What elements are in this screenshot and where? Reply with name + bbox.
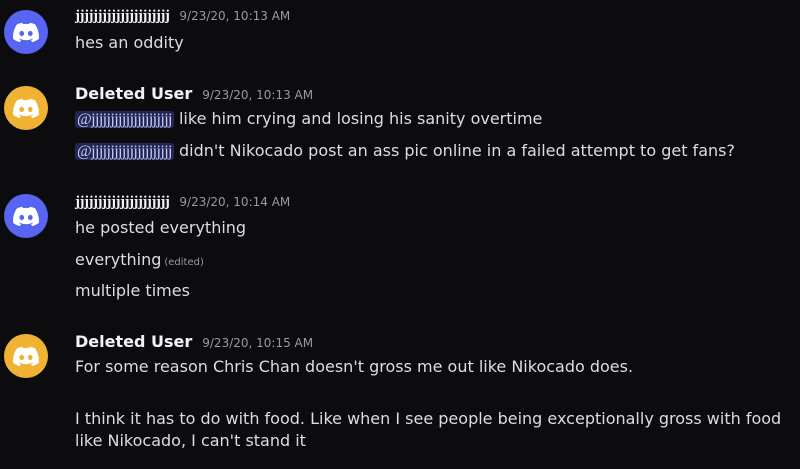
discord-logo-icon <box>13 22 39 42</box>
message-content: hes an oddity <box>75 33 184 52</box>
discord-logo-icon <box>13 206 39 226</box>
message-header: jjjjjjjjjjjjjjjjjjjjj 9/23/20, 10:14 AM <box>75 194 290 211</box>
avatar[interactable] <box>4 334 48 378</box>
message-group: Deleted User 9/23/20, 10:13 AM @jjjjjjjj… <box>0 84 800 164</box>
message-header: jjjjjjjjjjjjjjjjjjjjj 9/23/20, 10:13 AM <box>75 8 290 25</box>
message-content: @jjjjjjjjjjjjjjjjjjjjj didn't Nikocado p… <box>75 140 735 163</box>
message-content: everything (edited) <box>75 249 204 274</box>
user-mention[interactable]: @jjjjjjjjjjjjjjjjjjjjj <box>75 143 174 160</box>
timestamp[interactable]: 9/23/20, 10:13 AM <box>202 88 313 102</box>
edited-indicator: (edited) <box>164 257 204 268</box>
discord-logo-icon <box>13 98 39 118</box>
message-content: multiple times <box>75 281 190 300</box>
message-header: Deleted User 9/23/20, 10:13 AM <box>75 84 313 103</box>
message-group: jjjjjjjjjjjjjjjjjjjjj 9/23/20, 10:14 AM … <box>0 194 800 304</box>
avatar[interactable] <box>4 10 48 54</box>
message-group: Deleted User 9/23/20, 10:15 AM For some … <box>0 332 800 467</box>
message-text: everything <box>75 250 162 269</box>
message-content: @jjjjjjjjjjjjjjjjjjjjj like him crying a… <box>75 108 542 131</box>
message-content: For some reason Chris Chan doesn't gross… <box>75 357 634 376</box>
message-group: jjjjjjjjjjjjjjjjjjjjj 9/23/20, 10:13 AM … <box>0 6 800 58</box>
timestamp[interactable]: 9/23/20, 10:13 AM <box>179 9 290 23</box>
message-text: didn't Nikocado post an ass pic online i… <box>173 141 735 160</box>
message-header: Deleted User 9/23/20, 10:15 AM <box>75 332 313 351</box>
timestamp[interactable]: 9/23/20, 10:15 AM <box>202 336 313 350</box>
message-content: he posted everything <box>75 218 247 237</box>
avatar[interactable] <box>4 86 48 130</box>
username[interactable]: Deleted User <box>75 332 192 351</box>
timestamp[interactable]: 9/23/20, 10:14 AM <box>179 195 290 209</box>
username[interactable]: jjjjjjjjjjjjjjjjjjjjj <box>75 8 170 25</box>
message-text: like him crying and losing his sanity ov… <box>173 109 543 128</box>
discord-logo-icon <box>13 346 39 366</box>
user-mention[interactable]: @jjjjjjjjjjjjjjjjjjjjj <box>75 111 174 128</box>
chat-message-list: jjjjjjjjjjjjjjjjjjjjj 9/23/20, 10:13 AM … <box>0 0 800 469</box>
username[interactable]: Deleted User <box>75 84 192 103</box>
message-content: I think it has to do with food. Like whe… <box>75 409 782 450</box>
username[interactable]: jjjjjjjjjjjjjjjjjjjjj <box>75 194 170 211</box>
avatar[interactable] <box>4 194 48 238</box>
